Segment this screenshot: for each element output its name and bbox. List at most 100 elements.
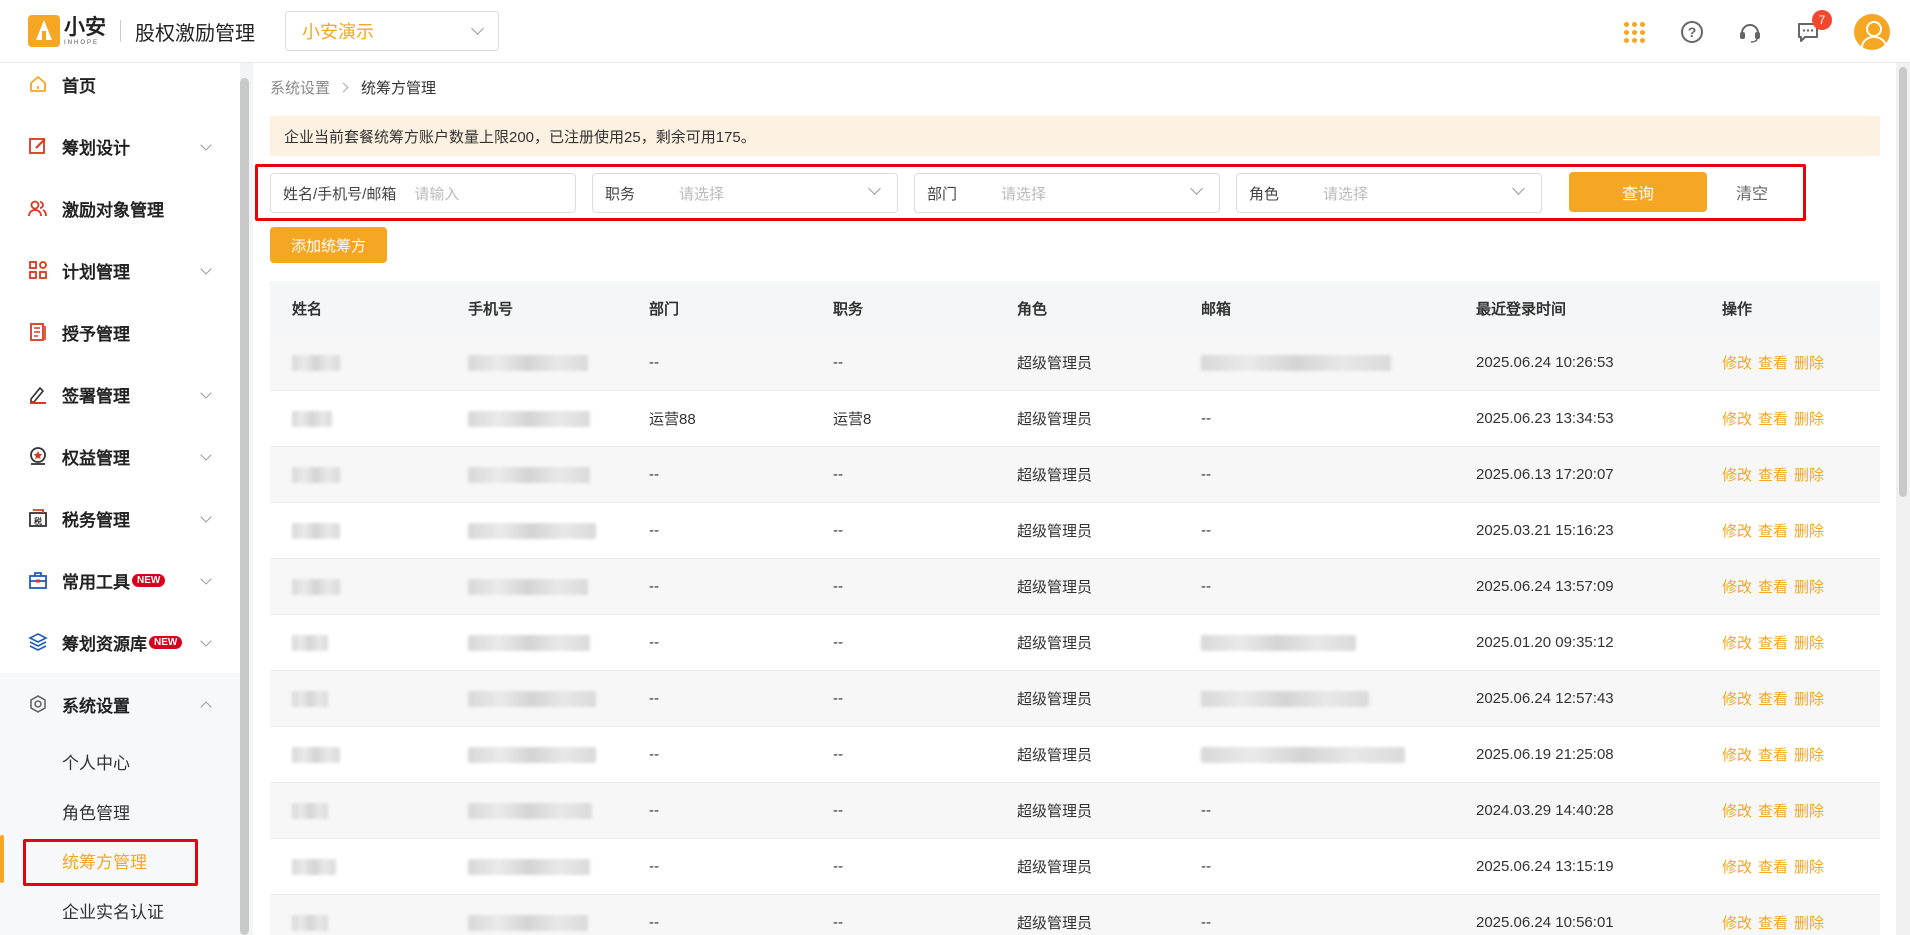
delete-link[interactable]: 删除 [1794, 803, 1824, 820]
delete-link[interactable]: 删除 [1794, 691, 1824, 708]
apps-grid-icon[interactable] [1622, 20, 1646, 44]
view-link[interactable]: 查看 [1758, 411, 1788, 428]
view-link[interactable]: 查看 [1758, 915, 1788, 932]
avatar[interactable] [1854, 14, 1890, 50]
table-row: -- -- 超级管理员 -- 2024.03.29 14:40:28 修改 查看 删除 [270, 783, 1880, 839]
sidebar-subitem-role-management[interactable]: 角色管理 [0, 791, 240, 831]
table-body: -- -- 超级管理员 2025.06.24 10:26:53 修改 查看 删除 运营88 运营… [270, 335, 1880, 935]
sidebar-item-common-tools[interactable]: 常用工具 NEW [0, 560, 240, 600]
sidebar-subitem-profile[interactable]: 个人中心 [0, 741, 240, 781]
medal-icon [28, 446, 48, 466]
cell-email [1193, 746, 1468, 764]
delete-link[interactable]: 删除 [1794, 355, 1824, 372]
redacted-phone [468, 859, 590, 876]
cell-role: 超级管理员 [1017, 747, 1093, 764]
sidebar-item-grant-management[interactable]: 授予管理 [0, 312, 240, 352]
delete-link[interactable]: 删除 [1794, 523, 1824, 540]
cell-phone [458, 746, 641, 764]
logo-mark-icon [28, 15, 60, 47]
view-link[interactable]: 查看 [1758, 859, 1788, 876]
sidebar-item-system-settings[interactable]: 系统设置 [0, 684, 240, 724]
view-link[interactable]: 查看 [1758, 355, 1788, 372]
main-scrollbar[interactable] [1896, 63, 1910, 935]
cell-last-login: 2024.03.29 14:40:28 [1476, 802, 1614, 819]
cell-email: -- [1201, 410, 1211, 427]
delete-link[interactable]: 删除 [1794, 411, 1824, 428]
view-link[interactable]: 查看 [1758, 747, 1788, 764]
sidebar-item-tax-management[interactable]: 税 税务管理 [0, 498, 240, 538]
add-coordinator-button[interactable]: 添加统筹方 [270, 227, 387, 263]
cell-last-login: 2025.03.21 15:16:23 [1476, 522, 1614, 539]
view-link[interactable]: 查看 [1758, 803, 1788, 820]
column-header-name: 姓名 [292, 300, 323, 318]
cell-last-login: 2025.06.23 13:34:53 [1476, 410, 1614, 427]
settings-icon [28, 694, 48, 714]
sidebar-item-signing-management[interactable]: 签署管理 [0, 374, 240, 414]
cell-email: -- [1201, 802, 1211, 819]
edit-link[interactable]: 修改 [1722, 915, 1752, 932]
redacted-name [292, 803, 328, 820]
sidebar-item-resource-library[interactable]: 筹划资源库 NEW [0, 622, 240, 662]
cell-position: -- [833, 690, 843, 707]
edit-icon [28, 136, 48, 156]
redacted-phone [468, 467, 590, 484]
cell-last-login: 2025.06.24 13:57:09 [1476, 578, 1614, 595]
sidebar-item-planning-design[interactable]: 筹划设计 [0, 126, 240, 166]
customer-service-icon[interactable] [1738, 20, 1762, 44]
redacted-name [292, 355, 340, 372]
edit-link[interactable]: 修改 [1722, 691, 1752, 708]
edit-link[interactable]: 修改 [1722, 635, 1752, 652]
apps-icon [28, 260, 48, 280]
edit-link[interactable]: 修改 [1722, 579, 1752, 596]
sidebar-item-equity-management[interactable]: 权益管理 [0, 436, 240, 476]
help-icon[interactable]: ? [1680, 20, 1704, 44]
cell-phone [458, 522, 641, 540]
app-title: 股权激励管理 [135, 22, 255, 45]
delete-link[interactable]: 删除 [1794, 915, 1824, 932]
cell-name [270, 746, 458, 764]
view-link[interactable]: 查看 [1758, 523, 1788, 540]
cell-role: 超级管理员 [1017, 355, 1093, 372]
delete-link[interactable]: 删除 [1794, 579, 1824, 596]
delete-link[interactable]: 删除 [1794, 747, 1824, 764]
sidebar-subitem-enterprise-verification[interactable]: 企业实名认证 [0, 890, 240, 930]
logo[interactable]: 小安 INHOPE [28, 15, 106, 47]
sidebar-scrollbar[interactable] [240, 78, 249, 935]
column-header-phone: 手机号 [468, 300, 514, 318]
sidebar-item-incentive-targets[interactable]: 激励对象管理 [0, 188, 240, 228]
cell-name [270, 410, 458, 428]
cell-actions: 修改 查看 删除 [1714, 744, 1880, 765]
cell-email: -- [1201, 466, 1211, 483]
cell-department: -- [649, 858, 659, 875]
edit-link[interactable]: 修改 [1722, 467, 1752, 484]
edit-link[interactable]: 修改 [1722, 803, 1752, 820]
redacted-name [292, 523, 340, 540]
highlight-box-filters [255, 164, 1806, 221]
table-row: -- -- 超级管理员 -- 2025.06.24 10:56:01 修改 查看 删除 [270, 895, 1880, 935]
breadcrumb-parent[interactable]: 系统设置 [270, 77, 330, 98]
view-link[interactable]: 查看 [1758, 467, 1788, 484]
cell-actions: 修改 查看 删除 [1714, 912, 1880, 933]
edit-link[interactable]: 修改 [1722, 411, 1752, 428]
edit-link[interactable]: 修改 [1722, 747, 1752, 764]
message-icon[interactable]: 7 [1796, 10, 1832, 44]
view-link[interactable]: 查看 [1758, 691, 1788, 708]
table-row: -- -- 超级管理员 2025.06.24 12:57:43 修改 查看 删除 [270, 671, 1880, 727]
edit-link[interactable]: 修改 [1722, 859, 1752, 876]
cell-department: -- [649, 354, 659, 371]
cell-last-login: 2025.06.13 17:20:07 [1476, 466, 1614, 483]
edit-link[interactable]: 修改 [1722, 355, 1752, 372]
redacted-phone [468, 355, 588, 372]
delete-link[interactable]: 删除 [1794, 859, 1824, 876]
edit-link[interactable]: 修改 [1722, 523, 1752, 540]
view-link[interactable]: 查看 [1758, 579, 1788, 596]
sidebar-item-home[interactable]: 首页 [0, 64, 240, 104]
cell-position: -- [833, 522, 843, 539]
cell-email [1193, 354, 1468, 372]
delete-link[interactable]: 删除 [1794, 467, 1824, 484]
delete-link[interactable]: 删除 [1794, 635, 1824, 652]
sidebar-item-plan-management[interactable]: 计划管理 [0, 250, 240, 290]
view-link[interactable]: 查看 [1758, 635, 1788, 652]
company-select[interactable]: 小安演示 [285, 11, 499, 51]
redacted-name [292, 411, 332, 428]
